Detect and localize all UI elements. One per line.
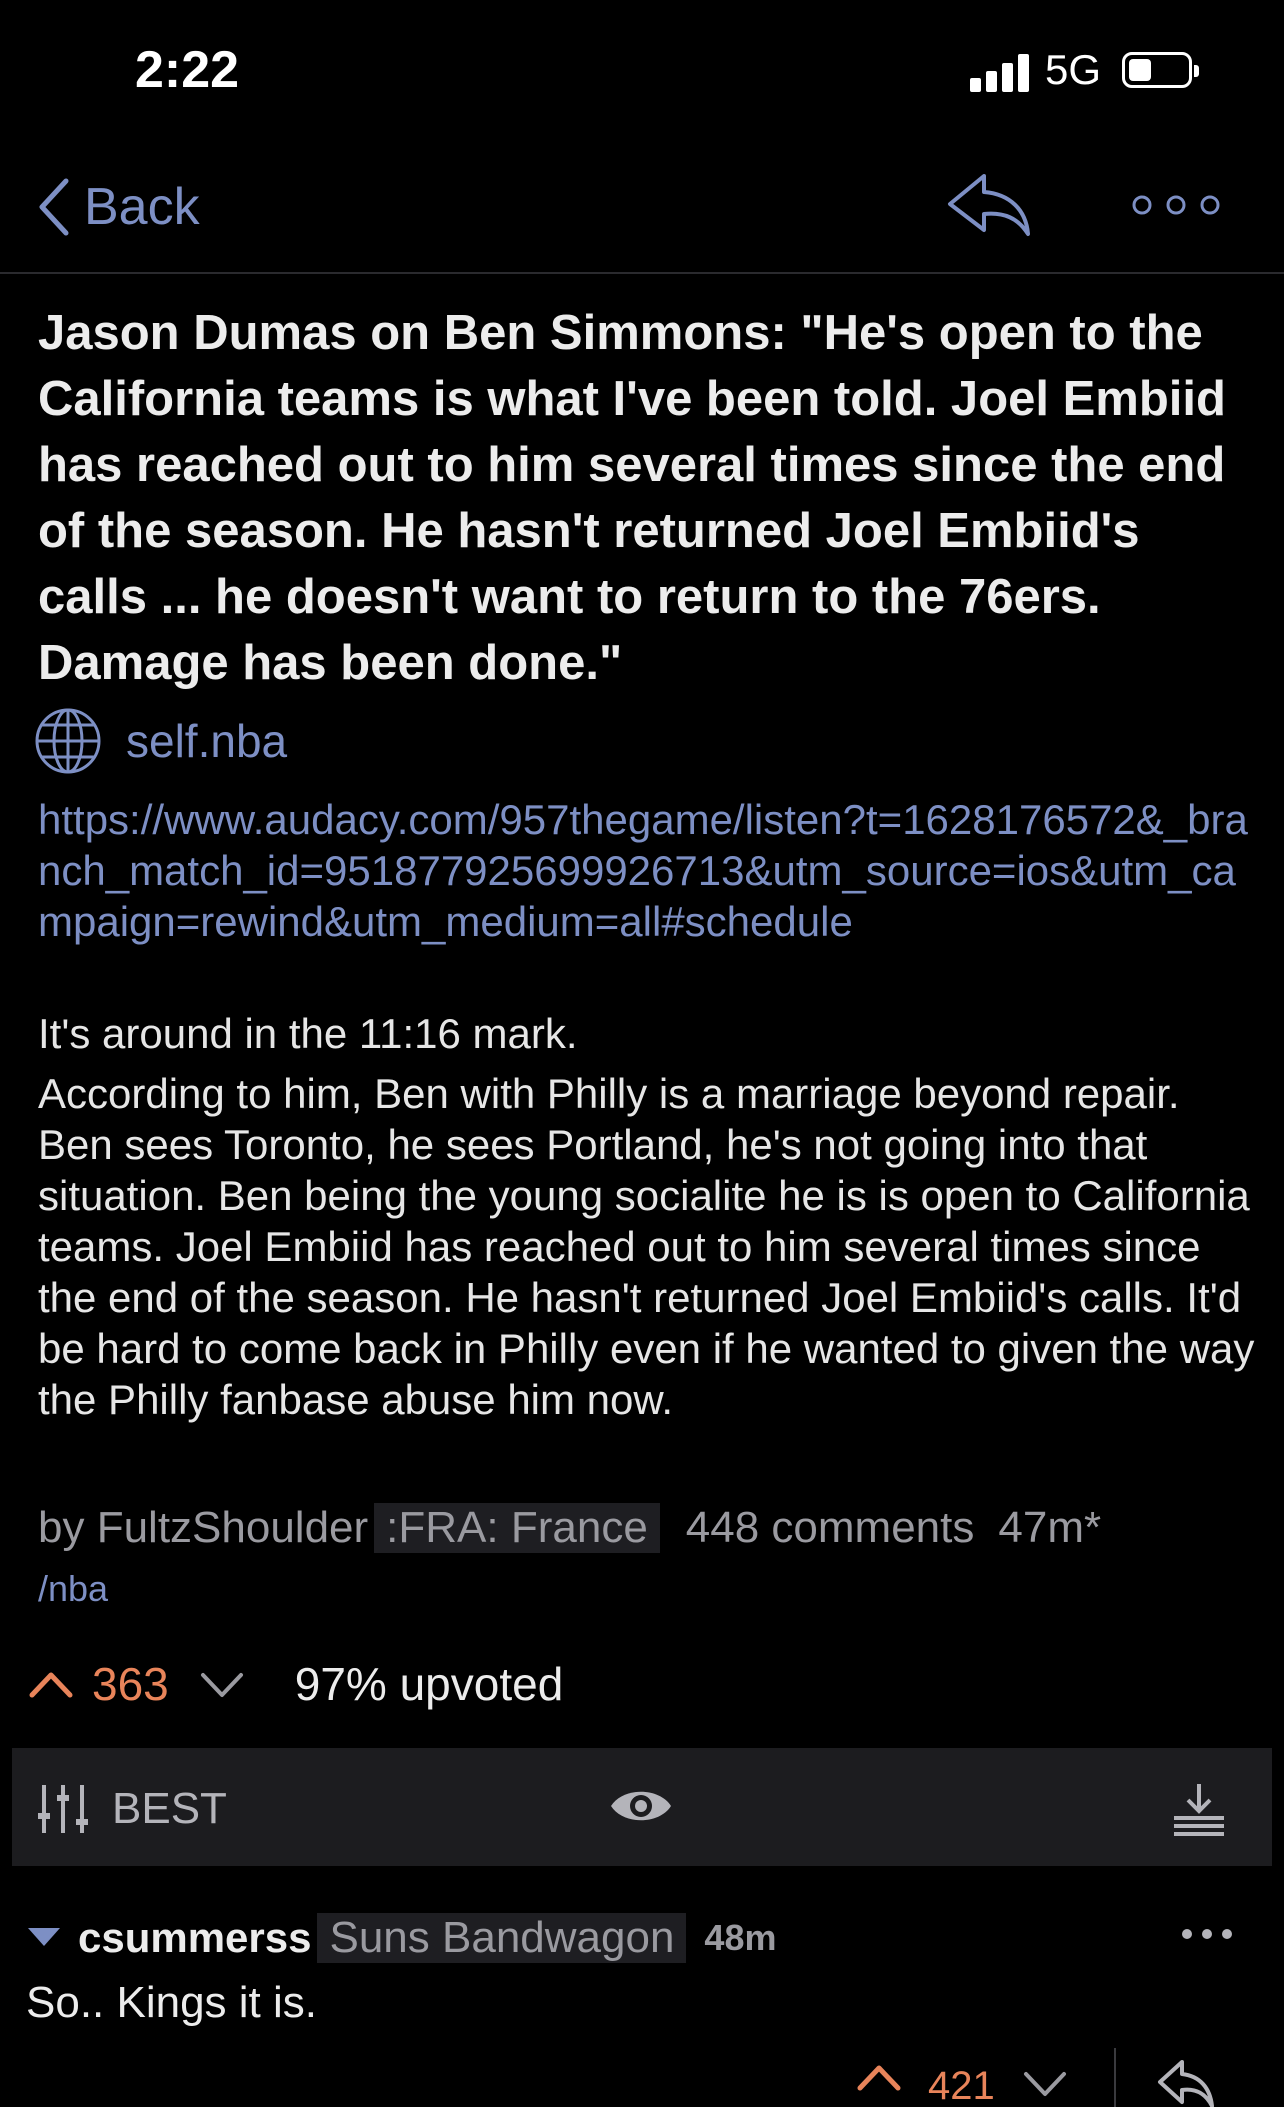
comment-more-icon[interactable] — [1180, 1924, 1234, 1944]
back-button[interactable]: Back — [36, 172, 200, 242]
comment-downvote-icon[interactable] — [1022, 2068, 1068, 2098]
battery-icon — [1122, 52, 1199, 88]
comment-author-flair: Suns Bandwagon — [317, 1913, 687, 1963]
post-vote-row: 363 97% upvoted — [28, 1652, 563, 1716]
reply-button[interactable] — [944, 170, 1034, 240]
author-flair: :FRA: France — [374, 1503, 660, 1553]
comment-header: csummerss Suns Bandwagon 48m — [28, 1908, 776, 1968]
post-link[interactable]: https://www.audacy.com/957thegame/listen… — [38, 794, 1258, 947]
screen: 2:22 5G Back Jason Dumas on Ben Simmons:… — [0, 0, 1284, 2107]
post-body: It's around in the 11:16 mark. According… — [38, 1008, 1258, 1434]
post-domain[interactable]: self.nba — [34, 706, 287, 776]
post-author[interactable]: by FultzShoulder — [38, 1503, 368, 1553]
sliders-icon[interactable] — [38, 1783, 88, 1835]
eye-icon[interactable] — [609, 1783, 673, 1829]
post-age: 47m* — [998, 1503, 1102, 1552]
post-title: Jason Dumas on Ben Simmons: "He's open t… — [38, 306, 1226, 690]
post-score: 363 — [92, 1658, 169, 1710]
navigation-bar: Back — [0, 140, 1284, 274]
downvote-icon[interactable] — [199, 1669, 245, 1699]
comment-count: 448 comments — [685, 1503, 975, 1552]
reply-icon — [948, 174, 1030, 236]
network-type: 5G — [1045, 46, 1102, 93]
more-options-button[interactable] — [1130, 190, 1222, 220]
comment-actions: 421 — [850, 2040, 1284, 2107]
signal-strength-icon — [970, 52, 1032, 92]
upvote-icon[interactable] — [28, 1669, 74, 1699]
status-bar: 2:22 5G — [0, 0, 1284, 140]
comment-reply-icon[interactable] — [1156, 2058, 1216, 2107]
post-body-paragraph: It's around in the 11:16 mark. — [38, 1010, 578, 1057]
comment-upvote-icon[interactable] — [856, 2062, 902, 2092]
more-horizontal-icon — [1132, 195, 1220, 215]
comment-author[interactable]: csummerss — [78, 1914, 311, 1962]
divider — [1114, 2048, 1116, 2107]
comment-sort-toolbar: BEST — [12, 1748, 1272, 1866]
collapse-triangle-icon[interactable] — [28, 1928, 60, 1948]
post-meta: by FultzShoulder :FRA: France 448 commen… — [38, 1500, 1101, 1556]
globe-icon — [35, 708, 101, 774]
comment-body: So.. Kings it is. — [26, 1978, 318, 2027]
subreddit-link[interactable]: /nba — [38, 1568, 108, 1610]
status-time: 2:22 — [135, 41, 240, 99]
post-body-paragraph: According to him, Ben with Philly is a m… — [38, 1070, 1255, 1423]
back-label: Back — [84, 178, 200, 236]
comment-score: 421 — [928, 2064, 995, 2107]
sort-label[interactable]: BEST — [112, 1784, 227, 1834]
download-icon[interactable] — [1172, 1782, 1226, 1836]
upvote-ratio: 97% upvoted — [294, 1658, 564, 1710]
comment-age: 48m — [704, 1917, 777, 1958]
domain-label: self.nba — [126, 715, 288, 767]
chevron-left-icon — [39, 178, 69, 236]
